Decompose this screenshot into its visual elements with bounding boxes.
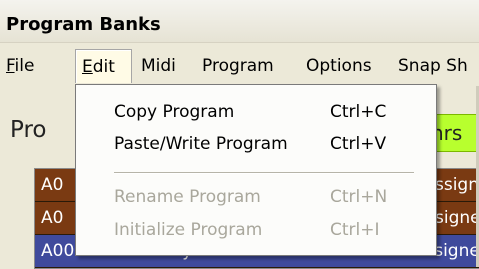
window-title: Program Banks <box>6 14 161 35</box>
menubar: File Edit Midi Program Options Snap Sh <box>0 49 479 85</box>
row-id: A0 <box>41 175 64 195</box>
copy-program-label: Copy Program <box>114 102 235 122</box>
menu-program[interactable]: Program <box>196 49 280 83</box>
row-status: ssigne <box>435 175 479 195</box>
menu-file-accel: F <box>6 56 15 76</box>
window-titlebar: Program Banks <box>0 0 479 43</box>
rename-program-shortcut: Ctrl+N <box>330 187 388 207</box>
menu-separator <box>114 172 414 174</box>
rename-program-item[interactable]: Rename Program Ctrl+N <box>76 182 436 212</box>
copy-program-shortcut: Ctrl+C <box>330 102 387 122</box>
paste-write-program-shortcut: Ctrl+V <box>330 134 387 154</box>
menu-midi[interactable]: Midi <box>135 49 182 83</box>
edit-dropdown-menu: Copy Program Ctrl+C Paste/Write Program … <box>75 84 437 256</box>
initialize-program-shortcut: Ctrl+I <box>330 220 380 240</box>
menu-file-rest: ile <box>14 56 35 76</box>
paste-write-program-item[interactable]: Paste/Write Program Ctrl+V <box>76 129 436 159</box>
menu-edit-accel: E <box>82 57 93 77</box>
menu-file[interactable]: File <box>0 49 40 83</box>
copy-program-item[interactable]: Copy Program Ctrl+C <box>76 97 436 127</box>
menu-edit-rest: dit <box>92 57 115 77</box>
menu-snapshot[interactable]: Snap Sh <box>392 49 474 83</box>
rename-program-label: Rename Program <box>114 187 261 207</box>
paste-write-program-label: Paste/Write Program <box>114 134 288 154</box>
initialize-program-item[interactable]: Initialize Program Ctrl+I <box>76 215 436 245</box>
program-label: Pro <box>10 117 47 143</box>
row-id: A0 <box>41 208 64 228</box>
row-status: signe <box>435 208 479 228</box>
menu-options[interactable]: Options <box>300 49 378 83</box>
initialize-program-label: Initialize Program <box>114 220 263 240</box>
menu-edit[interactable]: Edit <box>75 49 132 83</box>
